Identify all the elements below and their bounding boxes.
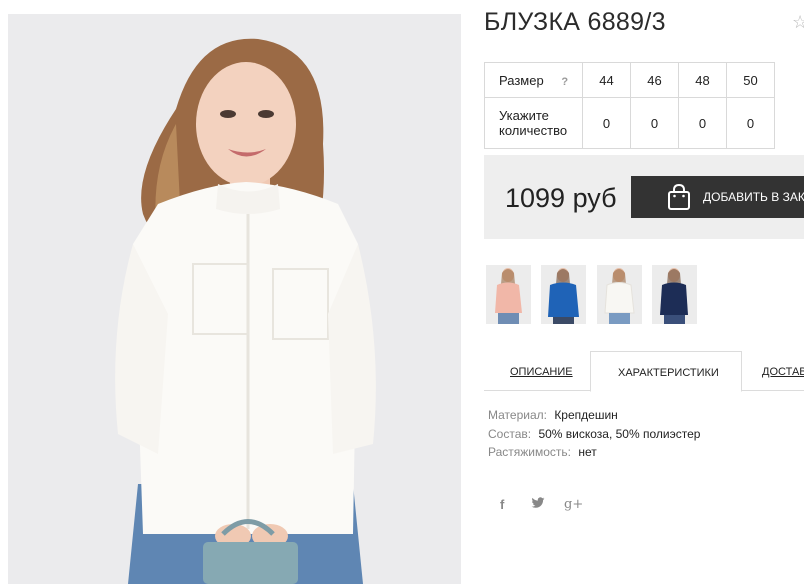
size-option[interactable]: 46 (630, 62, 679, 98)
spec-key: Растяжимость: (488, 445, 572, 459)
product-title: БЛУЗКА 6889/3 (484, 8, 666, 36)
tab-delivery[interactable]: ДОСТАВКА (742, 351, 804, 391)
size-option[interactable]: 44 (582, 62, 631, 98)
spec-value: 50% вискоза, 50% полиэстер (538, 426, 701, 441)
size-label-cell: Размер ? (484, 62, 583, 98)
twitter-icon[interactable] (531, 497, 545, 512)
size-option[interactable]: 50 (726, 62, 775, 98)
size-label: Размер (499, 72, 544, 88)
size-option[interactable]: 48 (678, 62, 727, 98)
tab-characteristics[interactable]: ХАРАКТЕРИСТИКИ (590, 351, 742, 392)
add-to-cart-button[interactable]: ДОБАВИТЬ В ЗАКАЗ (631, 176, 804, 218)
star-outline-icon[interactable]: ☆ (792, 12, 804, 33)
spec-value: нет (578, 445, 597, 459)
size-help-icon[interactable]: ? (561, 76, 568, 88)
spec-value: Крепдешин (554, 408, 618, 422)
spec-row: Материал: Крепдешин (488, 408, 700, 427)
spec-row: Состав: 50% вискоза, 50% полиэстер (488, 427, 700, 446)
quantity-input[interactable]: 0 (582, 97, 631, 149)
tab-description[interactable]: ОПИСАНИЕ (484, 351, 590, 391)
spec-key: Материал: (488, 408, 547, 422)
quantity-input[interactable]: 0 (726, 97, 775, 149)
tab-delivery-label: ДОСТАВКА (762, 366, 804, 378)
spec-key: Состав: (488, 426, 532, 441)
quantity-label-line2: количество (499, 123, 568, 138)
thumbnail-pink[interactable] (486, 265, 531, 324)
add-to-cart-label: ДОБАВИТЬ В ЗАКАЗ (703, 190, 804, 204)
price: 1099 руб (505, 183, 617, 213)
thumbnail-navy[interactable] (652, 265, 697, 324)
product-tabs: ОПИСАНИЕ ХАРАКТЕРИСТИКИ ДОСТАВКА (484, 351, 804, 392)
size-table: Размер ? 44 46 48 50 Укажите количество … (484, 62, 775, 149)
spec-row: Растяжимость: нет (488, 445, 700, 464)
quantity-label-line1: Укажите (499, 108, 549, 123)
shopping-bag-icon (668, 184, 690, 210)
thumbnail-blue[interactable] (541, 265, 586, 324)
quantity-input[interactable]: 0 (630, 97, 679, 149)
product-photo[interactable] (8, 14, 461, 584)
thumbnail-white[interactable] (597, 265, 642, 324)
buy-box: 1099 руб ДОБАВИТЬ В ЗАКАЗ (484, 155, 804, 239)
quantity-input[interactable]: 0 (678, 97, 727, 149)
tab-description-label: ОПИСАНИЕ (510, 366, 573, 378)
facebook-icon[interactable]: f (500, 497, 504, 512)
google-plus-icon[interactable]: g+ (564, 497, 583, 512)
specs-list: Материал: Крепдешин Состав: 50% вискоза,… (488, 408, 700, 464)
tab-characteristics-label: ХАРАКТЕРИСТИКИ (618, 367, 719, 379)
quantity-label-cell: Укажите количество (484, 97, 583, 149)
